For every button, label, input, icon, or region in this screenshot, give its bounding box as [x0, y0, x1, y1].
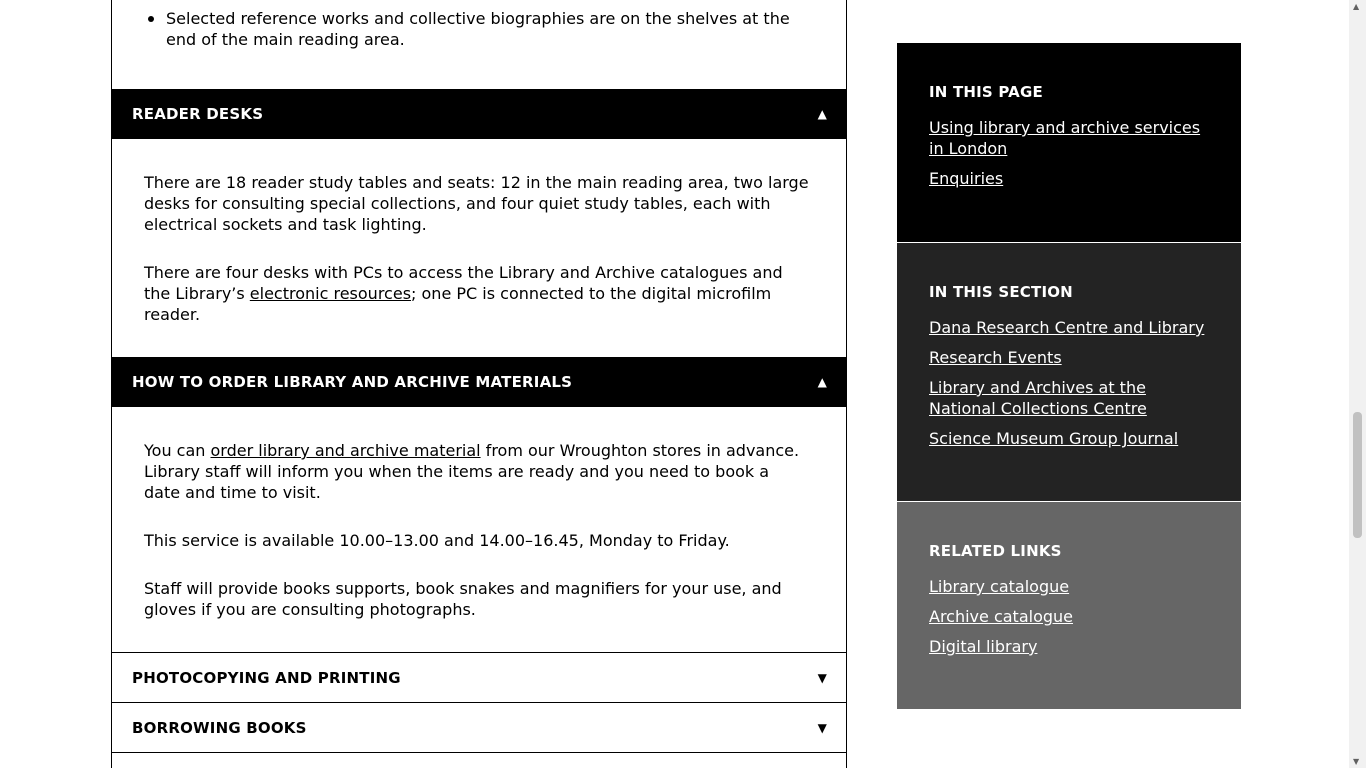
related-links-heading: RELATED LINKS: [929, 542, 1062, 560]
main-content: Selected reference works and collective …: [111, 0, 847, 768]
chevron-down-icon: ▼: [817, 720, 827, 735]
accordion-panel-how-to-order: You can order library and archive materi…: [112, 407, 846, 653]
link-national-collections-centre[interactable]: Library and Archives at the National Col…: [929, 377, 1208, 419]
link-archive-catalogue[interactable]: Archive catalogue: [929, 606, 1208, 627]
paragraph: There are 18 reader study tables and sea…: [144, 173, 809, 234]
chevron-down-icon: ▼: [817, 670, 827, 685]
paragraph: Staff will provide books supports, book …: [144, 579, 782, 619]
list-item: Selected reference works and collective …: [146, 8, 806, 50]
link-journal[interactable]: Science Museum Group Journal: [929, 428, 1208, 449]
accordion-title: HOW TO ORDER LIBRARY AND ARCHIVE MATERIA…: [132, 373, 573, 391]
link-research-events[interactable]: Research Events: [929, 347, 1208, 368]
text: You can: [144, 441, 211, 460]
paragraph: This service is available 10.00–13.00 an…: [144, 531, 730, 550]
in-this-section-heading: IN THIS SECTION: [929, 283, 1073, 301]
link-using-library-services[interactable]: Using library and archive services in Lo…: [929, 117, 1208, 159]
link-dana-research-centre[interactable]: Dana Research Centre and Library: [929, 317, 1208, 338]
bullet-list: Selected reference works and collective …: [146, 8, 806, 50]
paragraph: There are four desks with PCs to access …: [144, 262, 810, 325]
scroll-down-icon[interactable]: ▼: [1353, 757, 1359, 766]
accordion-borrowing[interactable]: BORROWING BOOKS ▼: [112, 703, 846, 753]
electronic-resources-link[interactable]: electronic resources: [250, 284, 411, 303]
in-this-page-heading: IN THIS PAGE: [929, 83, 1043, 101]
accordion-title: READER DESKS: [132, 105, 264, 123]
order-material-link[interactable]: order library and archive material: [211, 441, 481, 460]
chevron-up-icon: ▲: [817, 375, 827, 389]
accordion-title: BORROWING BOOKS: [132, 718, 307, 737]
link-enquiries[interactable]: Enquiries: [929, 168, 1208, 189]
sidebar: IN THIS PAGE Using library and archive s…: [897, 43, 1241, 709]
chevron-up-icon: ▲: [817, 107, 827, 121]
accordion-reader-desks[interactable]: READER DESKS ▲: [112, 89, 846, 139]
in-this-page-block: IN THIS PAGE Using library and archive s…: [897, 43, 1241, 242]
link-library-catalogue[interactable]: Library catalogue: [929, 576, 1208, 597]
link-digital-library[interactable]: Digital library: [929, 636, 1208, 657]
paragraph: You can order library and archive materi…: [144, 440, 810, 503]
page-scrollbar[interactable]: ▲ ▼: [1349, 0, 1366, 768]
scroll-thumb[interactable]: [1353, 412, 1362, 538]
scroll-up-icon[interactable]: ▲: [1353, 2, 1359, 11]
accordion-panel-reader-desks: There are 18 reader study tables and sea…: [112, 139, 846, 357]
accordion-how-to-order[interactable]: HOW TO ORDER LIBRARY AND ARCHIVE MATERIA…: [112, 357, 846, 407]
accordion-photocopying[interactable]: PHOTOCOPYING AND PRINTING ▼: [112, 653, 846, 703]
intro-section: Selected reference works and collective …: [112, 0, 846, 89]
related-links-block: RELATED LINKS Library catalogue Archive …: [897, 501, 1241, 709]
in-this-section-block: IN THIS SECTION Dana Research Centre and…: [897, 242, 1241, 501]
accordion-title: PHOTOCOPYING AND PRINTING: [132, 668, 401, 687]
